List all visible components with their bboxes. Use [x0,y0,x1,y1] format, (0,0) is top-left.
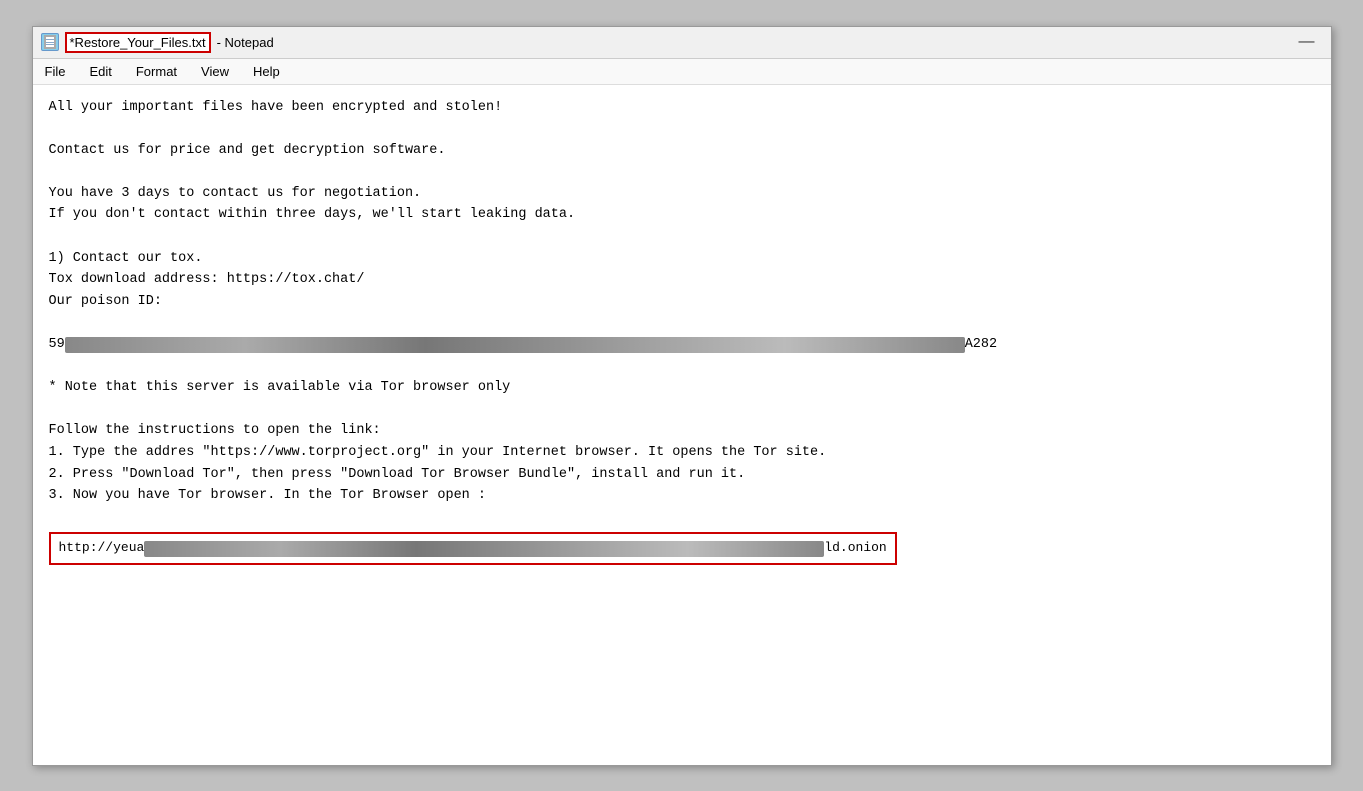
line-step2: 2. Press "Download Tor", then press "Dow… [49,464,1315,486]
menu-format[interactable]: Format [132,62,181,81]
line-instructions-header: Follow the instructions to open the link… [49,420,1315,442]
blank-2 [49,161,1315,183]
line-tox-contact: 1) Contact our tox. [49,248,1315,270]
title-controls: — [1291,34,1323,50]
blank-1 [49,118,1315,140]
notepad-icon [41,33,59,51]
title-app-name: - Notepad [217,35,274,50]
line-poison-id: Our poison ID: [49,291,1315,313]
poison-id-start: 59 [49,334,65,356]
line-contact: Contact us for price and get decryption … [49,140,1315,162]
onion-url-start: http://yeua [59,538,145,559]
onion-url-end: ld.onion [824,538,886,559]
title-bar-left: *Restore_Your_Files.txt - Notepad [41,32,274,53]
blank-5 [49,356,1315,378]
blank-7 [49,507,1315,529]
line-step1: 1. Type the addres "https://www.torproje… [49,442,1315,464]
menu-view[interactable]: View [197,62,233,81]
title-filename-highlighted: *Restore_Your_Files.txt [65,32,211,53]
line-days: You have 3 days to contact us for negoti… [49,183,1315,205]
menu-help[interactable]: Help [249,62,284,81]
line-leak: If you don't contact within three days, … [49,204,1315,226]
notepad-window: *Restore_Your_Files.txt - Notepad — File… [32,26,1332,766]
line-encrypted: All your important files have been encry… [49,97,1315,119]
onion-url-box: http://yeua ld.onion [49,532,897,565]
menu-file[interactable]: File [41,62,70,81]
menu-edit[interactable]: Edit [85,62,115,81]
blank-4 [49,312,1315,334]
blank-6 [49,399,1315,421]
line-step3: 3. Now you have Tor browser. In the Tor … [49,485,1315,507]
line-tor-note: * Note that this server is available via… [49,377,1315,399]
onion-url-content: http://yeua ld.onion [59,538,887,559]
line-tox-url: Tox download address: https://tox.chat/ [49,269,1315,291]
poison-id-end: A282 [965,334,997,356]
onion-url-redacted [144,541,824,557]
minimize-button[interactable]: — [1291,34,1323,50]
poison-id-redacted [65,337,965,353]
poison-id-row: 59 A282 [49,334,1315,356]
title-bar: *Restore_Your_Files.txt - Notepad — [33,27,1331,59]
menu-bar: File Edit Format View Help [33,59,1331,85]
content-area: All your important files have been encry… [33,85,1331,765]
blank-3 [49,226,1315,248]
